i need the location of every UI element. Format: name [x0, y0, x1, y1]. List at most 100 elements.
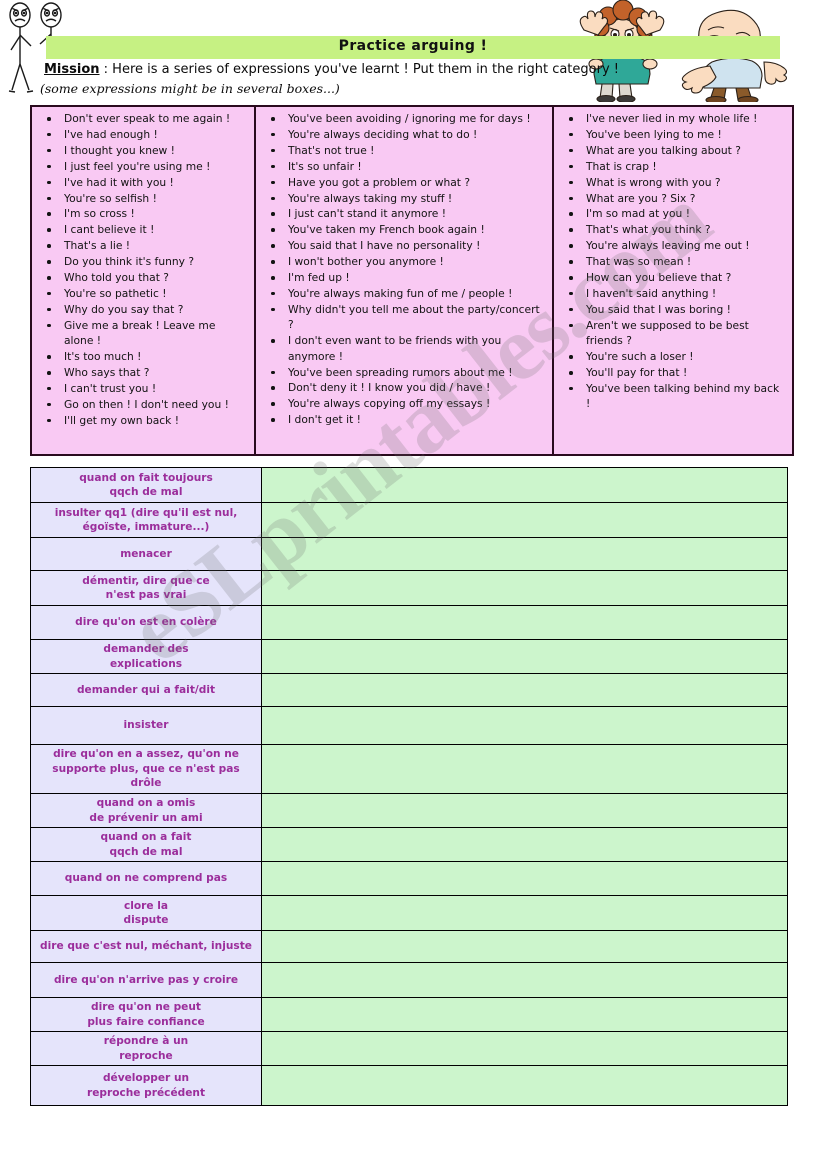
expression-item: You've been lying to me ! — [562, 127, 786, 142]
category-label: insulter qq1 (dire qu'il est nul, égoïste… — [30, 502, 262, 538]
category-answer-cell[interactable] — [261, 467, 788, 503]
expression-item: You're so selfish ! — [40, 191, 248, 206]
category-row: dire qu'on en a assez, qu'on ne supporte … — [30, 744, 788, 794]
expression-item: You're always deciding what to do ! — [264, 127, 546, 142]
category-row: quand on ne comprend pas — [30, 861, 788, 896]
category-answer-cell[interactable] — [261, 793, 788, 828]
expression-item: Why do you say that ? — [40, 302, 248, 317]
expression-item: What are you ? Six ? — [562, 191, 786, 206]
category-label: quand on a omis de prévenir un ami — [30, 793, 262, 828]
category-answer-cell[interactable] — [261, 537, 788, 571]
category-answer-cell[interactable] — [261, 605, 788, 640]
expression-item: Don't deny it ! I know you did / have ! — [264, 380, 546, 395]
expression-item: It's so unfair ! — [264, 159, 546, 174]
expression-item: That is crap ! — [562, 159, 786, 174]
category-table-body: quand on fait toujours qqch de mal insulte… — [30, 467, 788, 1106]
expression-item: Why didn't you tell me about the party/c… — [264, 302, 546, 333]
expression-item: Have you got a problem or what ? — [264, 175, 546, 190]
category-table: quand on fait toujours qqch de mal insulte… — [30, 467, 788, 1106]
expression-item: Aren't we supposed to be best friends ? — [562, 318, 786, 349]
category-row: clore la dispute — [30, 895, 788, 931]
expression-item: I've had enough ! — [40, 127, 248, 142]
category-label: dire qu'on ne peut plus faire confiance — [30, 997, 262, 1032]
expressions-column-2: You've been avoiding / ignoring me for d… — [256, 107, 554, 454]
category-row: répondre à un reproche — [30, 1031, 788, 1066]
expression-item: You're always taking my stuff ! — [264, 191, 546, 206]
expression-item: I'm so cross ! — [40, 206, 248, 221]
category-answer-cell[interactable] — [261, 706, 788, 745]
mission-label: Mission — [44, 62, 100, 77]
category-row: menacer — [30, 537, 788, 571]
category-label: démentir, dire que ce n'est pas vrai — [30, 570, 262, 606]
worksheet-header: Practice arguing ! Mission : Here is a s… — [0, 0, 826, 105]
expression-list: I've never lied in my whole life ! You've… — [556, 111, 790, 412]
category-answer-cell[interactable] — [261, 1065, 788, 1106]
expression-item: That was so mean ! — [562, 254, 786, 269]
category-label: répondre à un reproche — [30, 1031, 262, 1066]
category-answer-cell[interactable] — [261, 861, 788, 896]
expression-item: You're so pathetic ! — [40, 286, 248, 301]
category-answer-cell[interactable] — [261, 827, 788, 862]
category-row: quand on fait toujours qqch de mal — [30, 467, 788, 503]
expression-item: That's not true ! — [264, 143, 546, 158]
category-label: quand on ne comprend pas — [30, 861, 262, 896]
category-label: clore la dispute — [30, 895, 262, 931]
expression-item: You said that I was boring ! — [562, 302, 786, 317]
category-answer-cell[interactable] — [261, 997, 788, 1032]
mission-line: Mission : Here is a series of expression… — [44, 62, 619, 77]
category-row: dire que c'est nul, méchant, injuste — [30, 930, 788, 963]
expression-item: Do you think it's funny ? — [40, 254, 248, 269]
expression-item: Go on then ! I don't need you ! — [40, 397, 248, 412]
expression-item: I just can't stand it anymore ! — [264, 206, 546, 221]
category-answer-cell[interactable] — [261, 962, 788, 998]
category-answer-cell[interactable] — [261, 1031, 788, 1066]
expressions-column-3: I've never lied in my whole life ! You've… — [554, 107, 792, 454]
category-label: demander qui a fait/dit — [30, 673, 262, 707]
category-label: insister — [30, 706, 262, 745]
expression-item: I just feel you're using me ! — [40, 159, 248, 174]
expressions-box: Don't ever speak to me again ! I've had e… — [30, 105, 794, 456]
expression-item: Who says that ? — [40, 365, 248, 380]
category-row: dire qu'on est en colère — [30, 605, 788, 640]
category-row: dire qu'on ne peut plus faire confiance — [30, 997, 788, 1032]
expression-list: Don't ever speak to me again ! I've had e… — [34, 111, 252, 428]
category-row: insulter qq1 (dire qu'il est nul, égoïste… — [30, 502, 788, 538]
category-answer-cell[interactable] — [261, 570, 788, 606]
expression-item: You've been spreading rumors about me ! — [264, 365, 546, 380]
category-answer-cell[interactable] — [261, 930, 788, 963]
category-row: demander des explications — [30, 639, 788, 674]
category-label: quand on fait toujours qqch de mal — [30, 467, 262, 503]
expression-item: I've had it with you ! — [40, 175, 248, 190]
expression-item: You're always leaving me out ! — [562, 238, 786, 253]
category-answer-cell[interactable] — [261, 673, 788, 707]
expression-item: That's what you think ? — [562, 222, 786, 237]
expression-item: Who told you that ? — [40, 270, 248, 285]
category-row: démentir, dire que ce n'est pas vrai — [30, 570, 788, 606]
expression-list: You've been avoiding / ignoring me for d… — [258, 111, 550, 428]
category-row: dire qu'on n'arrive pas y croire — [30, 962, 788, 998]
expression-item: How can you believe that ? — [562, 270, 786, 285]
expression-item: What are you talking about ? — [562, 143, 786, 158]
category-label: dire qu'on en a assez, qu'on ne supporte … — [30, 744, 262, 794]
expression-item: I'm fed up ! — [264, 270, 546, 285]
category-answer-cell[interactable] — [261, 502, 788, 538]
expression-item: I don't get it ! — [264, 412, 546, 427]
category-answer-cell[interactable] — [261, 744, 788, 794]
category-row: demander qui a fait/dit — [30, 673, 788, 707]
expression-item: I haven't said anything ! — [562, 286, 786, 301]
expression-item: You've taken my French book again ! — [264, 222, 546, 237]
category-row: quand on a fait qqch de mal — [30, 827, 788, 862]
expression-item: Don't ever speak to me again ! — [40, 111, 248, 126]
category-answer-cell[interactable] — [261, 895, 788, 931]
expression-item: It's too much ! — [40, 349, 248, 364]
expression-item: I'll get my own back ! — [40, 413, 248, 428]
mission-text: Here is a series of expressions you've l… — [112, 62, 619, 77]
expression-item: I thought you knew ! — [40, 143, 248, 158]
category-label: développer un reproche précédent — [30, 1065, 262, 1106]
expression-item: You said that I have no personality ! — [264, 238, 546, 253]
category-answer-cell[interactable] — [261, 639, 788, 674]
expression-item: You've been talking behind my back ! — [562, 381, 786, 412]
category-label: quand on a fait qqch de mal — [30, 827, 262, 862]
expression-item: You're such a loser ! — [562, 349, 786, 364]
expression-item: Give me a break ! Leave me alone ! — [40, 318, 248, 349]
